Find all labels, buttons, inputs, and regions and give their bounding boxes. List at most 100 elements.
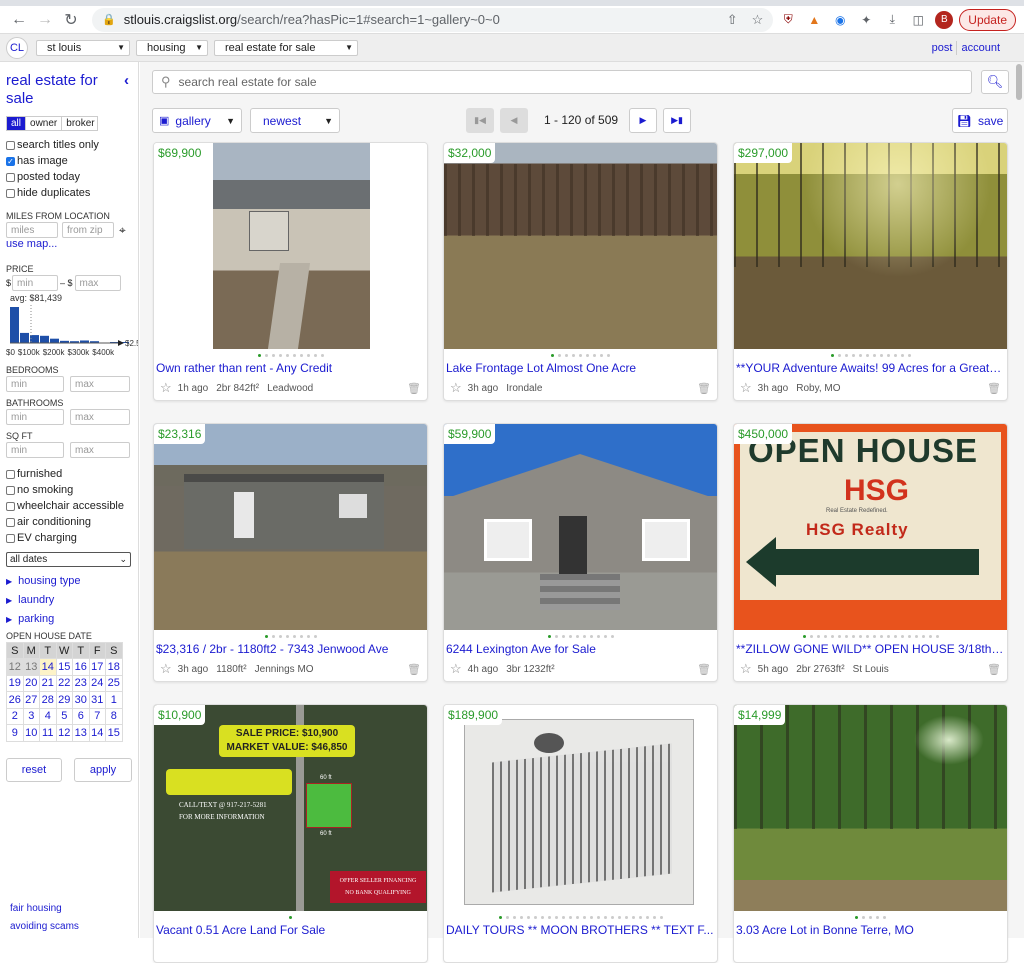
image-dot[interactable] xyxy=(299,354,303,357)
image-dot[interactable] xyxy=(299,635,303,638)
calendar-date[interactable]: 1 xyxy=(105,691,123,709)
image-dot[interactable] xyxy=(589,635,593,638)
calendar-date[interactable]: 3 xyxy=(22,707,40,725)
calendar-date[interactable]: 22 xyxy=(55,674,73,692)
image-dot[interactable] xyxy=(593,354,596,357)
image-dot[interactable] xyxy=(830,635,834,638)
image-dot[interactable] xyxy=(600,354,603,357)
checkbox[interactable] xyxy=(6,517,15,527)
image-dot[interactable] xyxy=(596,916,600,919)
image-dot[interactable] xyxy=(554,635,558,638)
image-dot[interactable] xyxy=(320,354,324,357)
bedrooms-max-input[interactable]: max xyxy=(70,376,130,392)
favorite-star-icon[interactable]: ☆ xyxy=(450,661,462,677)
image-dot[interactable] xyxy=(886,354,890,357)
checkbox[interactable] xyxy=(6,501,15,511)
image-dot[interactable] xyxy=(802,635,806,638)
prev-page-button[interactable]: ◀ xyxy=(500,108,528,133)
image-dot[interactable] xyxy=(872,354,876,357)
calendar-date[interactable]: 9 xyxy=(6,724,24,742)
image-dot[interactable] xyxy=(257,354,261,357)
avoiding-scams-link[interactable]: avoiding scams xyxy=(10,918,79,936)
image-dot[interactable] xyxy=(313,635,317,638)
listing-image[interactable] xyxy=(444,705,717,911)
image-dot[interactable] xyxy=(816,635,820,638)
search-input[interactable]: ⚲ search real estate for sale xyxy=(152,70,972,94)
trash-icon[interactable]: 🗑︎ xyxy=(987,663,1001,676)
calendar-date[interactable]: 5 xyxy=(55,707,73,725)
bedrooms-min-input[interactable]: min xyxy=(6,376,64,392)
image-dot[interactable] xyxy=(264,354,268,357)
extension-icon[interactable]: ◉ xyxy=(829,9,851,31)
listing-card[interactable]: SALE PRICE: $10,900 MARKET VALUE: $46,850… xyxy=(153,704,428,963)
calendar-date[interactable]: 23 xyxy=(72,674,90,692)
checkbox[interactable] xyxy=(6,140,15,150)
image-dot[interactable] xyxy=(554,916,558,919)
trash-icon[interactable]: 🗑︎ xyxy=(407,382,421,395)
image-dot[interactable] xyxy=(526,916,530,919)
image-dot[interactable] xyxy=(551,354,554,357)
bathrooms-min-input[interactable]: min xyxy=(6,409,64,425)
image-dot[interactable] xyxy=(844,354,848,357)
image-dot[interactable] xyxy=(589,916,593,919)
checkbox-air-conditioning[interactable]: air conditioning xyxy=(6,514,132,530)
trash-icon[interactable]: 🗑︎ xyxy=(697,382,711,395)
listing-title[interactable]: **YOUR Adventure Awaits! 99 Acres for a … xyxy=(736,361,1004,375)
image-dot[interactable] xyxy=(823,635,827,638)
image-dot[interactable] xyxy=(565,354,568,357)
address-bar[interactable]: 🔒 stlouis.craigslist.org /search/rea?has… xyxy=(92,7,774,32)
image-dot[interactable] xyxy=(498,916,502,919)
seg-all[interactable]: all xyxy=(7,117,27,130)
image-dot[interactable] xyxy=(607,354,610,357)
calendar-date[interactable]: 12 xyxy=(55,724,73,742)
image-dot[interactable] xyxy=(306,635,310,638)
calendar-date[interactable]: 10 xyxy=(22,724,40,742)
image-dot[interactable] xyxy=(907,354,911,357)
image-dot[interactable] xyxy=(547,916,551,919)
image-dot[interactable] xyxy=(865,354,869,357)
price-min-input[interactable]: min xyxy=(12,275,59,291)
seg-broker[interactable]: broker xyxy=(62,117,98,130)
favorite-star-icon[interactable]: ☆ xyxy=(740,380,752,396)
listing-title[interactable]: Own rather than rent - Any Credit xyxy=(156,361,424,375)
listing-card[interactable]: $32,000 Lake Frontage Lot Almost One Acr… xyxy=(443,142,718,401)
calendar-date[interactable]: 17 xyxy=(88,658,106,676)
image-dot[interactable] xyxy=(893,354,897,357)
image-dot[interactable] xyxy=(886,635,890,638)
profile-avatar[interactable]: B xyxy=(935,10,954,29)
image-dot[interactable] xyxy=(914,635,918,638)
extensions-puzzle-icon[interactable]: ✦ xyxy=(855,9,877,31)
image-dot[interactable] xyxy=(837,354,841,357)
image-dot[interactable] xyxy=(876,916,879,919)
dates-select[interactable]: all dates ⌄ xyxy=(6,552,131,567)
checkbox-has-image[interactable]: ✓ has image xyxy=(6,153,132,169)
image-dot[interactable] xyxy=(603,635,607,638)
listing-title[interactable]: Lake Frontage Lot Almost One Acre xyxy=(446,361,714,375)
checkbox[interactable] xyxy=(6,188,15,198)
calendar-date[interactable]: 14 xyxy=(88,724,106,742)
image-dot[interactable] xyxy=(306,354,310,357)
checkbox[interactable] xyxy=(6,485,15,495)
share-icon[interactable]: ⇧ xyxy=(727,12,738,28)
listing-title[interactable]: DAILY TOURS ** MOON BROTHERS ** TEXT F..… xyxy=(446,923,714,937)
seg-owner[interactable]: owner xyxy=(26,117,63,130)
image-dot[interactable] xyxy=(837,635,841,638)
calendar-date[interactable]: 24 xyxy=(88,674,106,692)
calendar-date[interactable]: 8 xyxy=(105,707,123,725)
image-dot[interactable] xyxy=(586,354,589,357)
image-dot[interactable] xyxy=(610,635,614,638)
image-dot[interactable] xyxy=(851,635,855,638)
image-dot[interactable] xyxy=(547,635,551,638)
image-dot[interactable] xyxy=(935,635,939,638)
listing-card[interactable]: $189,900 DAILY TOURS ** MOON BROTHERS **… xyxy=(443,704,718,963)
image-dot[interactable] xyxy=(289,916,292,919)
calendar-date[interactable]: 19 xyxy=(6,674,24,692)
calendar-date[interactable]: 18 xyxy=(105,658,123,676)
search-button[interactable]: 🔍︎ xyxy=(981,70,1009,94)
listing-title[interactable]: 6244 Lexington Ave for Sale xyxy=(446,642,714,656)
image-dot[interactable] xyxy=(568,916,572,919)
listing-card[interactable]: $23,316 $23,316 / 2br - 1180ft2 - 7343 J… xyxy=(153,423,428,682)
image-dot[interactable] xyxy=(844,635,848,638)
calendar-date[interactable]: 13 xyxy=(72,724,90,742)
back-button[interactable]: ← xyxy=(8,9,30,31)
